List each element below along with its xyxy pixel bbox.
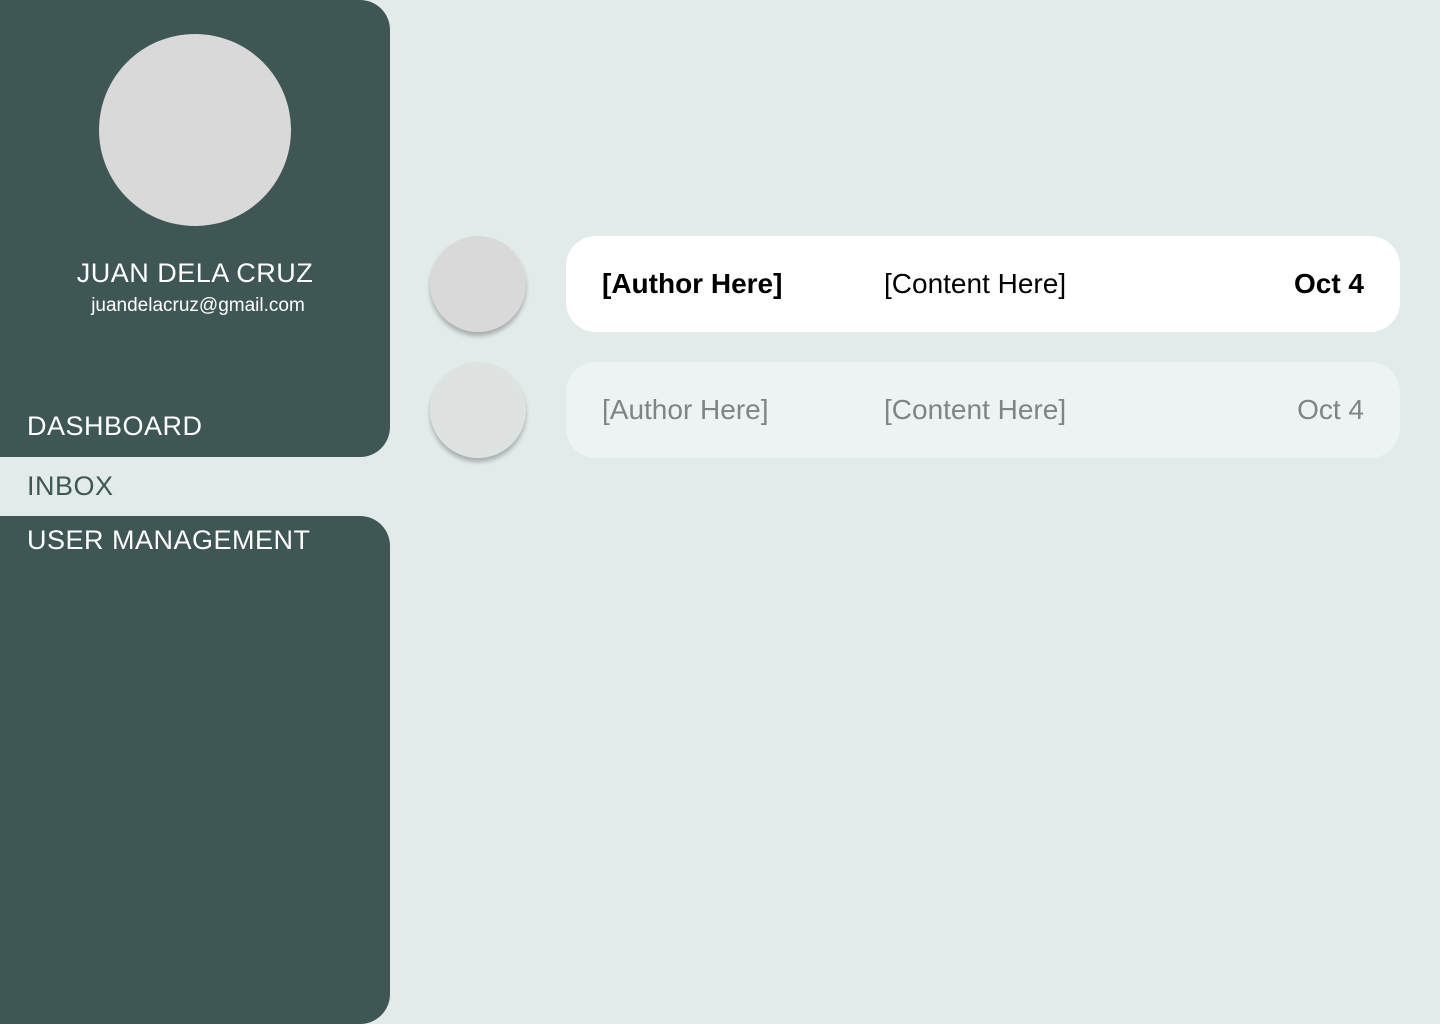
message-author: [Author Here] <box>602 268 783 299</box>
nav-item-dashboard[interactable]: DASHBOARD <box>27 409 203 443</box>
profile-email: juandelacruz@gmail.com <box>91 295 305 316</box>
sidebar-panel-bottom <box>0 516 390 1024</box>
message-content: [Content Here] <box>884 394 1067 425</box>
message-date: Oct 4 <box>1297 394 1364 425</box>
nav-item-user-management[interactable]: USER MANAGEMENT <box>27 523 311 557</box>
profile-name: JUAN DELA CRUZ <box>76 258 314 288</box>
message-avatar <box>430 362 526 458</box>
profile-avatar[interactable] <box>99 34 291 226</box>
message-row-unread[interactable]: [Author Here] [Content Here] Oct 4 <box>566 236 1400 332</box>
message-row-read[interactable]: [Author Here] [Content Here] Oct 4 <box>566 362 1400 458</box>
message-date: Oct 4 <box>1293 268 1364 299</box>
message-avatar <box>430 236 526 332</box>
message-author: [Author Here] <box>602 394 769 425</box>
message-content: [Content Here] <box>884 268 1067 299</box>
nav-item-inbox[interactable]: INBOX <box>27 469 114 503</box>
inbox-page: JUAN DELA CRUZ juandelacruz@gmail.com DA… <box>0 0 1440 1024</box>
